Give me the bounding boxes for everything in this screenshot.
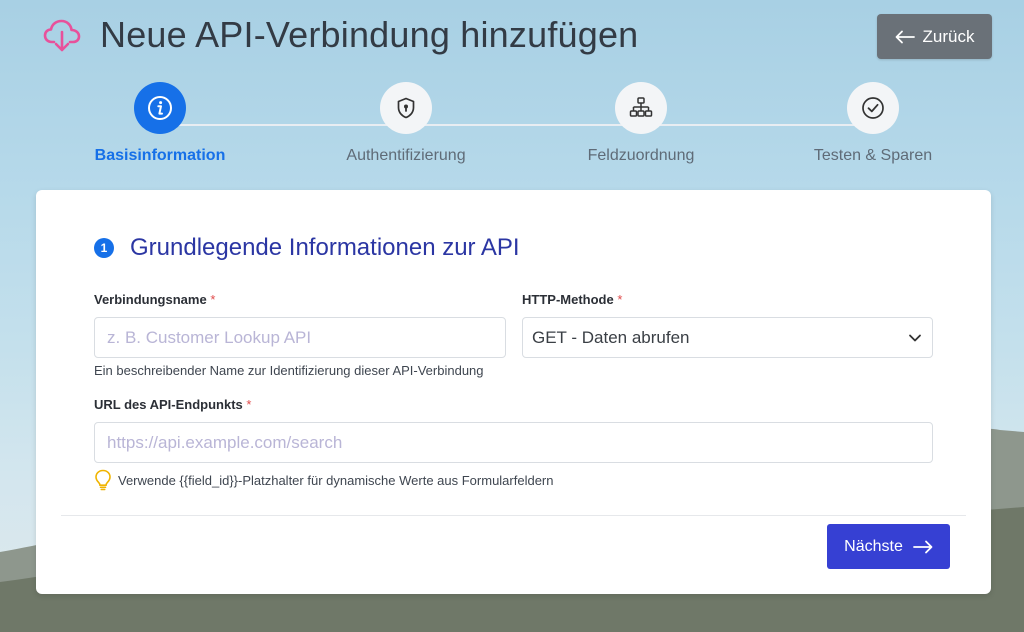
- required-mark: *: [246, 397, 252, 412]
- arrow-left-icon: [895, 30, 915, 43]
- endpoint-url-label-text: URL des API-Endpunkts: [94, 397, 243, 412]
- check-circle-icon: [862, 97, 884, 119]
- step-label: Feldzuordnung: [587, 147, 695, 164]
- endpoint-url-input[interactable]: [94, 422, 933, 463]
- step-circle: [847, 82, 899, 134]
- sitemap-icon: [629, 97, 653, 117]
- form-card: 1 Grundlegende Informationen zur API Ver…: [36, 190, 991, 594]
- step-feldzuordnung[interactable]: Feldzuordnung: [541, 82, 741, 165]
- step-circle: [615, 82, 667, 134]
- next-button-label: Nächste: [844, 537, 903, 555]
- step-circle: [134, 82, 186, 134]
- connection-name-help: Ein beschreibender Name zur Identifizier…: [94, 363, 484, 378]
- section-header: 1 Grundlegende Informationen zur API: [94, 234, 520, 262]
- step-basisinformation[interactable]: Basisinformation: [60, 82, 260, 165]
- page-title: Neue API-Verbindung hinzufügen: [100, 14, 639, 55]
- step-label: Authentifizierung: [346, 147, 466, 164]
- connection-name-input[interactable]: [94, 317, 506, 358]
- endpoint-url-hint-text: Verwende {{field_id}}-Platzhalter für dy…: [118, 472, 554, 488]
- http-method-select[interactable]: GET - Daten abrufen: [522, 317, 933, 358]
- arrow-right-icon: [912, 540, 933, 553]
- lightbulb-icon: [95, 469, 111, 491]
- cloud-download-icon: [43, 19, 81, 52]
- back-button-label: Zurück: [922, 26, 975, 46]
- section-number-badge: 1: [94, 238, 114, 258]
- step-testen-sparen[interactable]: Testen & Sparen: [773, 82, 973, 165]
- page-header: Neue API-Verbindung hinzufügen: [42, 14, 638, 56]
- back-button[interactable]: Zurück: [877, 14, 992, 59]
- required-mark: *: [617, 292, 623, 307]
- connection-name-label-text: Verbindungsname: [94, 292, 207, 307]
- step-authentifizierung[interactable]: Authentifizierung: [306, 82, 506, 165]
- chevron-down-icon: [909, 334, 921, 341]
- connection-name-label: Verbindungsname *: [94, 292, 215, 307]
- info-icon: [148, 96, 172, 120]
- form-divider: [61, 515, 966, 516]
- shield-lock-icon: [397, 97, 415, 119]
- http-method-selected: GET - Daten abrufen: [532, 327, 690, 347]
- step-label: Testen & Sparen: [813, 147, 933, 164]
- endpoint-url-label: URL des API-Endpunkts *: [94, 397, 251, 412]
- section-title: Grundlegende Informationen zur API: [130, 234, 520, 261]
- endpoint-url-hint: Verwende {{field_id}}-Platzhalter für dy…: [94, 469, 554, 491]
- http-method-label-text: HTTP-Methode: [522, 292, 614, 307]
- http-method-label: HTTP-Methode *: [522, 292, 622, 307]
- step-circle: [380, 82, 432, 134]
- required-mark: *: [210, 292, 216, 307]
- stepper-track: [160, 124, 874, 126]
- step-label: Basisinformation: [94, 147, 226, 164]
- next-button[interactable]: Nächste: [827, 524, 950, 569]
